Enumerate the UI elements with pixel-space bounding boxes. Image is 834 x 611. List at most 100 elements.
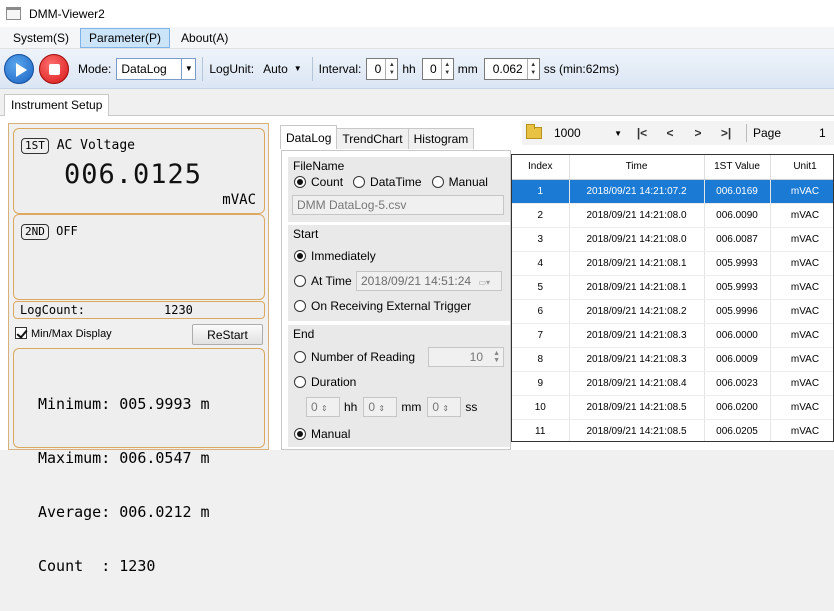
next-page-button[interactable]: > [684,126,712,140]
end-manual-radio[interactable] [294,428,306,440]
pagesize-select[interactable]: 1000 ▼ [550,122,628,144]
tab-datalog[interactable]: DataLog [280,125,338,149]
logunit-select[interactable]: Auto ▼ [259,58,306,80]
tab-instrument-setup[interactable]: Instrument Setup [4,94,110,117]
attime-radio[interactable] [294,275,306,287]
interval-mm-stepper[interactable]: 0 ▲ ▼ [421,57,454,80]
table-row[interactable]: 7 2018/09/21 14:21:08.3 006.0000 mVAC [512,323,833,348]
duration-hh-stepper[interactable]: 0 ⇕ [306,397,340,417]
table-row[interactable]: 3 2018/09/21 14:21:08.0 006.0087 mVAC [512,227,833,252]
trigger-radio[interactable] [294,300,306,312]
minmax-toggle[interactable]: Min/Max Display [15,327,112,340]
duration-ss-stepper[interactable]: 0 ⇕ [427,397,462,417]
filename-input[interactable]: DMM DataLog-5.csv [292,195,504,215]
tab-trendchart[interactable]: TrendChart [336,128,409,149]
numreading-radio[interactable] [294,351,306,363]
table-row[interactable]: 8 2018/09/21 14:21:08.3 006.0009 mVAC [512,347,833,372]
menu-about[interactable]: About(A) [172,28,237,48]
instrument-display-panel: 1ST AC Voltage 006.0125 mVAC 2ND OFF Log… [8,123,269,575]
minmax-checkbox[interactable] [15,327,27,339]
restart-button[interactable]: ReStart [192,324,263,345]
immediately-radio[interactable] [294,250,306,262]
primary-display: 1ST AC Voltage 006.0125 mVAC [13,128,265,214]
chevron-down-icon: ▼ [293,64,302,73]
duration-option[interactable]: Duration [294,375,356,389]
interval-ss-stepper[interactable]: 0.062 ▲ ▼ [483,57,540,80]
attime-label: At Time [311,274,352,288]
spin-arrows-icon[interactable]: ▲ ▼ [493,350,500,364]
table-row[interactable]: 4 2018/09/21 14:21:08.1 005.9993 mVAC [512,251,833,276]
table-cell: 2018/09/21 14:21:08.5 [569,395,705,420]
menu-parameter[interactable]: Parameter(P) [80,27,171,48]
mode-value: DataLog [121,61,167,76]
table-cell: mVAC [770,203,833,228]
menu-system[interactable]: System(S) [4,28,78,48]
table-cell: mVAC [770,275,833,300]
average-value: Average: 006.0212 m [38,503,210,521]
tab-histogram[interactable]: Histogram [407,128,475,149]
table-row[interactable]: 2 2018/09/21 14:21:08.0 006.0090 mVAC [512,203,833,228]
column-header[interactable]: 1ST Value [704,155,771,180]
mode-select[interactable]: DataLog ▼ [116,57,197,80]
manual-filename-radio[interactable] [431,176,444,188]
datalog-table[interactable]: Index Time 1ST Value Unit1 1 2018/09/21 1… [511,154,834,442]
toolbar: Mode: DataLog ▼ LogUnit: Auto ▼ Interval… [0,49,834,89]
stop-icon[interactable] [39,53,69,84]
table-row[interactable]: 5 2018/09/21 14:21:08.1 005.9993 mVAC [512,275,833,300]
count-label: Count [311,175,344,189]
table-row[interactable]: 1 2018/09/21 14:21:07.2 006.0169 mVAC [512,179,833,204]
primary-unit: mVAC [222,192,256,208]
table-row[interactable]: 10 2018/09/21 14:21:08.5 006.0200 mVAC [512,395,833,420]
table-cell: 2018/09/21 14:21:07.2 [569,179,705,204]
end-manual-label: Manual [311,427,351,441]
page-input[interactable]: 1 [819,126,826,140]
table-cell: mVAC [770,227,833,252]
duration-mm-value: 0 [368,400,376,414]
first-page-button[interactable]: |< [628,126,656,140]
toolbar-separator [311,56,313,81]
table-row[interactable]: 11 2018/09/21 14:21:08.5 006.0205 mVAC [512,419,833,441]
end-header: End [293,327,315,341]
table-cell: mVAC [770,347,833,372]
table-cell: 2018/09/21 14:21:08.0 [569,227,705,252]
logunit-label: LogUnit: [209,61,255,76]
table-cell: mVAC [770,179,833,204]
page-label: Page [753,126,782,140]
duration-ss-unit: ss [465,400,478,414]
count-radio[interactable] [294,176,306,188]
duration-mm-stepper[interactable]: 0 ⇕ [363,397,398,417]
attime-option[interactable]: At Time [294,274,352,288]
count-value: Count : 1230 [38,557,156,575]
table-row[interactable]: 9 2018/09/21 14:21:08.4 006.0023 mVAC [512,371,833,396]
spin-arrows-icon[interactable]: ▲ ▼ [385,58,397,79]
table-cell: 9 [512,371,570,396]
column-header[interactable]: Unit1 [770,155,833,180]
folder-icon[interactable] [526,124,542,139]
spin-arrows-icon[interactable]: ▲ ▼ [440,58,453,79]
table-cell: 2018/09/21 14:21:08.4 [569,371,705,396]
trigger-option[interactable]: On Receiving External Trigger [294,299,471,313]
interval-hh-stepper[interactable]: 0 ▲ ▼ [366,57,399,80]
numreading-option[interactable]: Number of Reading [294,350,415,364]
last-page-button[interactable]: >| [712,126,740,140]
title-bar: DMM-Viewer2 [0,0,834,27]
column-header[interactable]: Index [512,155,570,180]
table-cell: mVAC [770,323,833,348]
attime-input[interactable]: 2018/09/21 14:51:24 ▭▾ [356,271,502,291]
table-cell: 2018/09/21 14:21:08.3 [569,347,705,372]
numreading-stepper[interactable]: 10 ▲ ▼ [428,347,504,367]
table-cell: 2018/09/21 14:21:08.5 [569,419,705,441]
duration-radio[interactable] [294,376,306,388]
logcount-value: 1230 [164,303,193,317]
minimum-value: Minimum: 005.9993 m [38,395,210,413]
datatime-radio[interactable] [353,176,366,188]
prev-page-button[interactable]: < [656,126,684,140]
immediately-option[interactable]: Immediately [294,249,376,263]
end-manual-option[interactable]: Manual [294,427,350,441]
attime-value: 2018/09/21 14:51:24 [361,274,472,288]
spin-arrows-icon[interactable]: ▲ ▼ [526,58,539,79]
table-row[interactable]: 6 2018/09/21 14:21:08.2 005.9996 mVAC [512,299,833,324]
calendar-icon[interactable]: ▭▾ [478,278,490,287]
column-header[interactable]: Time [569,155,705,180]
play-icon[interactable] [4,53,34,84]
